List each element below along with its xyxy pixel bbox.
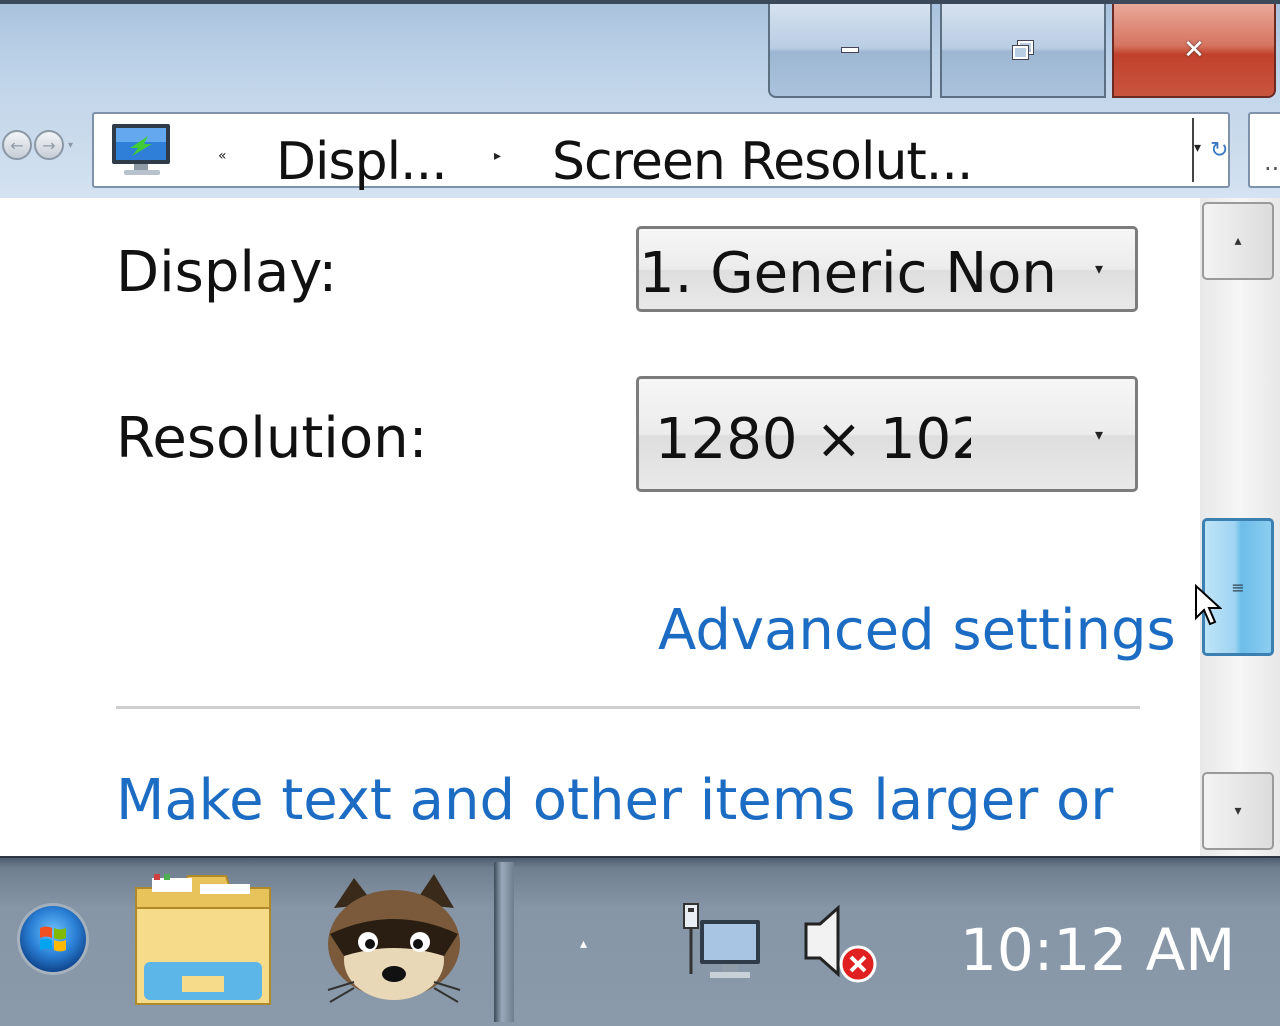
back-arrow-icon: ←: [10, 135, 24, 155]
taskbar-separator: [494, 862, 514, 1022]
windows-logo-icon: [40, 926, 66, 952]
network-icon[interactable]: [680, 902, 764, 984]
restore-icon: [1012, 40, 1034, 60]
show-hidden-icons-button[interactable]: ▴: [580, 936, 587, 952]
address-bar[interactable]: « Displ... ▸ Screen Resolut... ▾: [92, 112, 1230, 192]
display-control-panel-icon: [112, 124, 170, 175]
display-select-value: 1. Generic Non-: [639, 241, 1059, 306]
back-button[interactable]: ←: [2, 130, 32, 160]
raccoon-app-icon[interactable]: [314, 864, 474, 1014]
search-box[interactable]: ..: [1248, 112, 1280, 188]
taskbar-clock[interactable]: 10:12 AM: [960, 916, 1235, 984]
chevron-down-icon: ▾: [1094, 425, 1103, 444]
display-select[interactable]: 1. Generic Non- ▾: [636, 226, 1138, 312]
minimize-icon: [841, 47, 859, 53]
address-dropdown-icon[interactable]: ▾: [1194, 140, 1201, 156]
nav-buttons: ← → ▾: [2, 130, 73, 160]
resolution-label: Resolution:: [116, 406, 428, 471]
mouse-pointer-icon: [1195, 584, 1222, 626]
volume-muted-icon[interactable]: [800, 902, 884, 986]
scroll-up-button[interactable]: ▴: [1202, 202, 1274, 280]
close-icon: ✕: [1183, 35, 1205, 65]
chevron-down-icon: ▾: [1094, 259, 1103, 278]
maximize-button[interactable]: [940, 4, 1106, 98]
minimize-button[interactable]: [768, 4, 932, 98]
forward-arrow-icon: →: [42, 135, 56, 155]
start-button[interactable]: [20, 906, 86, 972]
refresh-icon[interactable]: ↻: [1210, 138, 1228, 163]
breadcrumb-display[interactable]: Displ...: [276, 132, 448, 192]
advanced-settings-link[interactable]: Advanced settings: [658, 598, 1176, 663]
forward-button[interactable]: →: [34, 130, 64, 160]
file-explorer-icon[interactable]: [130, 868, 278, 1010]
recent-pages-dropdown-icon[interactable]: ▾: [68, 140, 73, 151]
display-label: Display:: [116, 240, 338, 305]
text-size-link[interactable]: Make text and other items larger or: [116, 768, 1113, 833]
section-divider: [116, 706, 1140, 709]
resolution-select-value: 1280 × 1024: [655, 407, 971, 472]
breadcrumb-separator-icon[interactable]: ▸: [494, 148, 501, 164]
resolution-select[interactable]: 1280 × 1024 ▾: [636, 376, 1138, 492]
scroll-down-button[interactable]: ▾: [1202, 772, 1274, 850]
grip-icon: ≡: [1231, 577, 1245, 597]
close-button[interactable]: ✕: [1112, 4, 1276, 98]
breadcrumb-screen-resolution[interactable]: Screen Resolut...: [552, 132, 973, 192]
breadcrumb-overflow-icon[interactable]: «: [218, 148, 227, 164]
chevron-down-icon: ▾: [1234, 803, 1242, 819]
chevron-up-icon: ▴: [1234, 233, 1242, 249]
